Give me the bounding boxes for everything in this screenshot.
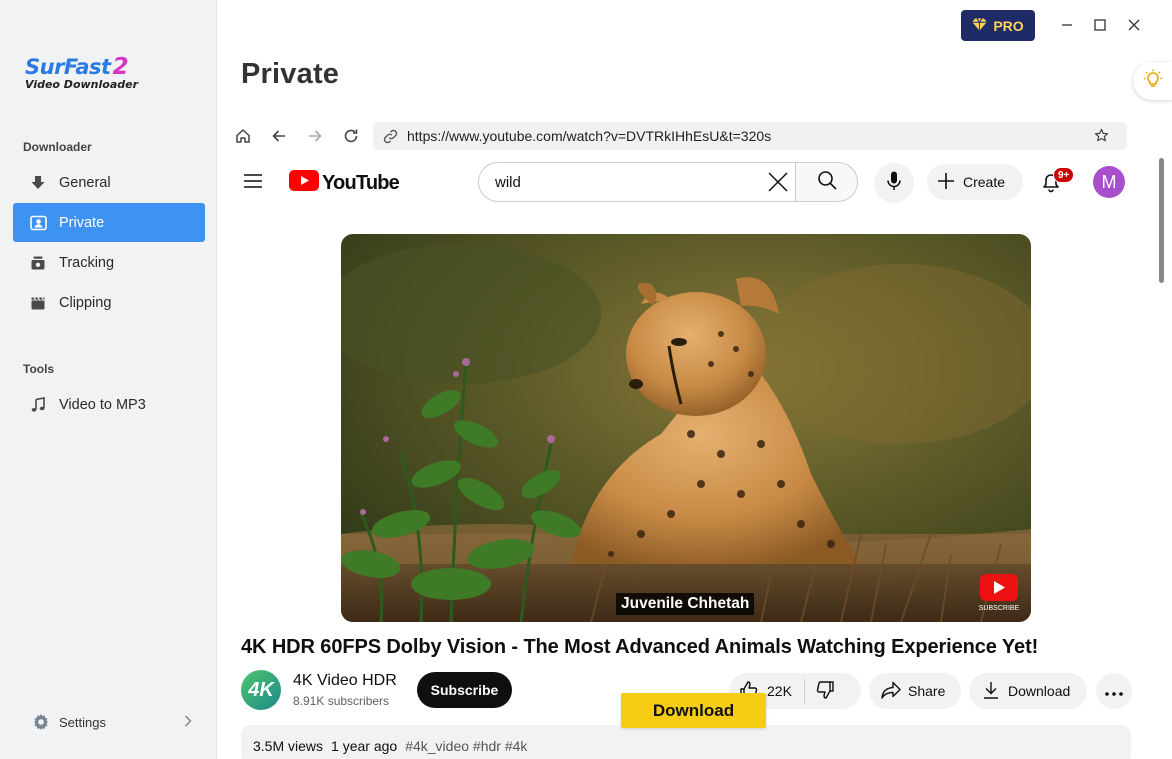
link-icon bbox=[383, 129, 398, 144]
sidebar-item-label: General bbox=[59, 174, 111, 191]
video-caption: Juvenile Chhetah bbox=[616, 593, 755, 615]
user-avatar[interactable]: M bbox=[1093, 166, 1125, 198]
surfast-download-button[interactable]: Download bbox=[621, 693, 766, 728]
microphone-icon bbox=[887, 171, 901, 196]
share-icon bbox=[881, 681, 901, 702]
youtube-search-button[interactable] bbox=[795, 162, 858, 202]
download-arrow-icon bbox=[983, 681, 999, 702]
tips-button[interactable] bbox=[1133, 62, 1172, 100]
scrollbar[interactable] bbox=[1159, 158, 1164, 283]
sidebar-item-label: Video to MP3 bbox=[59, 396, 146, 413]
forward-button[interactable] bbox=[305, 126, 325, 146]
subscribe-button[interactable]: Subscribe bbox=[417, 672, 512, 708]
youtube-download-label: Download bbox=[1008, 683, 1071, 699]
video-description[interactable]: 3.5M views 1 year ago #4k_video #hdr #4k bbox=[241, 725, 1131, 759]
page-title: Private bbox=[241, 58, 340, 90]
youtube-play-icon bbox=[289, 170, 319, 196]
tracking-icon bbox=[29, 254, 47, 272]
search-value: wild bbox=[495, 173, 521, 191]
pro-label: PRO bbox=[993, 17, 1024, 34]
sidebar-item-general[interactable]: General bbox=[13, 163, 205, 202]
maximize-button[interactable] bbox=[1089, 14, 1111, 36]
youtube-logo[interactable]: YouTube bbox=[289, 170, 400, 196]
video-player[interactable] bbox=[341, 234, 1031, 622]
sidebar-item-clipping[interactable]: Clipping bbox=[13, 283, 205, 322]
create-button[interactable]: Create bbox=[927, 164, 1023, 200]
sidebar-item-label: Private bbox=[59, 214, 105, 231]
lightbulb-icon bbox=[1143, 69, 1163, 94]
youtube-download-button[interactable]: Download bbox=[969, 673, 1087, 709]
gear-icon bbox=[32, 713, 50, 731]
voice-search-button[interactable] bbox=[874, 163, 914, 203]
channel-avatar[interactable]: 4K bbox=[241, 670, 281, 710]
search-icon bbox=[817, 170, 837, 195]
app-logo: SurFast2 Video Downloader bbox=[25, 54, 139, 91]
thumbs-down-icon bbox=[816, 680, 834, 699]
pro-button[interactable]: PRO bbox=[961, 10, 1035, 41]
video-title: 4K HDR 60FPS Dolby Vision - The Most Adv… bbox=[241, 636, 1039, 658]
refresh-button[interactable] bbox=[341, 126, 361, 146]
sidebar-item-video-to-mp3[interactable]: Video to MP3 bbox=[13, 385, 205, 424]
sidebar: SurFast2 Video Downloader Downloader Gen… bbox=[0, 0, 217, 759]
upload-age: 1 year ago bbox=[331, 738, 398, 754]
notification-badge: 9+ bbox=[1053, 167, 1075, 183]
like-count: 22K bbox=[767, 683, 792, 699]
youtube-wordmark: YouTube bbox=[322, 171, 400, 194]
clear-search-icon[interactable] bbox=[767, 171, 789, 193]
more-actions-button[interactable] bbox=[1096, 673, 1132, 709]
video-frame bbox=[341, 234, 1031, 622]
hashtags[interactable]: #4k_video #hdr #4k bbox=[405, 738, 527, 754]
sidebar-item-label: Clipping bbox=[59, 294, 112, 311]
home-button[interactable] bbox=[233, 126, 253, 146]
section-title-tools: Tools bbox=[23, 362, 55, 376]
url-bar[interactable]: https://www.youtube.com/watch?v=DVTRkIHh… bbox=[373, 122, 1127, 150]
divider bbox=[803, 679, 805, 703]
channel-subscribers: 8.91K subscribers bbox=[293, 694, 390, 708]
section-title-downloader: Downloader bbox=[23, 140, 92, 154]
sidebar-item-label: Tracking bbox=[59, 254, 115, 271]
minimize-button[interactable] bbox=[1056, 14, 1078, 36]
settings-item[interactable]: Settings bbox=[32, 711, 192, 733]
dislike-button[interactable] bbox=[815, 680, 835, 703]
back-button[interactable] bbox=[269, 126, 289, 146]
share-label: Share bbox=[908, 683, 946, 699]
subscribe-watermark-icon[interactable]: SUBSCRIBE bbox=[979, 572, 1020, 612]
svg-text:SUBSCRIBE: SUBSCRIBE bbox=[979, 605, 1019, 612]
diamond-icon bbox=[972, 17, 988, 34]
chevron-right-icon bbox=[184, 714, 192, 730]
download-icon bbox=[29, 174, 47, 192]
more-dots-icon bbox=[1105, 683, 1123, 699]
settings-label: Settings bbox=[59, 714, 106, 730]
hamburger-menu-icon[interactable] bbox=[244, 173, 262, 189]
private-icon bbox=[29, 214, 47, 232]
youtube-search-input[interactable]: wild bbox=[478, 162, 795, 202]
clipping-icon bbox=[29, 294, 47, 312]
share-button[interactable]: Share bbox=[869, 673, 961, 709]
bookmark-star-icon[interactable] bbox=[1094, 128, 1109, 146]
plus-icon bbox=[937, 172, 955, 193]
view-count: 3.5M views bbox=[253, 738, 324, 754]
create-label: Create bbox=[963, 174, 1006, 190]
music-note-icon bbox=[29, 396, 47, 414]
channel-name[interactable]: 4K Video HDR bbox=[293, 672, 397, 690]
sidebar-item-private[interactable]: Private bbox=[13, 203, 205, 242]
url-text: https://www.youtube.com/watch?v=DVTRkIHh… bbox=[407, 128, 772, 144]
close-button[interactable] bbox=[1123, 14, 1145, 36]
sidebar-item-tracking[interactable]: Tracking bbox=[13, 243, 205, 282]
